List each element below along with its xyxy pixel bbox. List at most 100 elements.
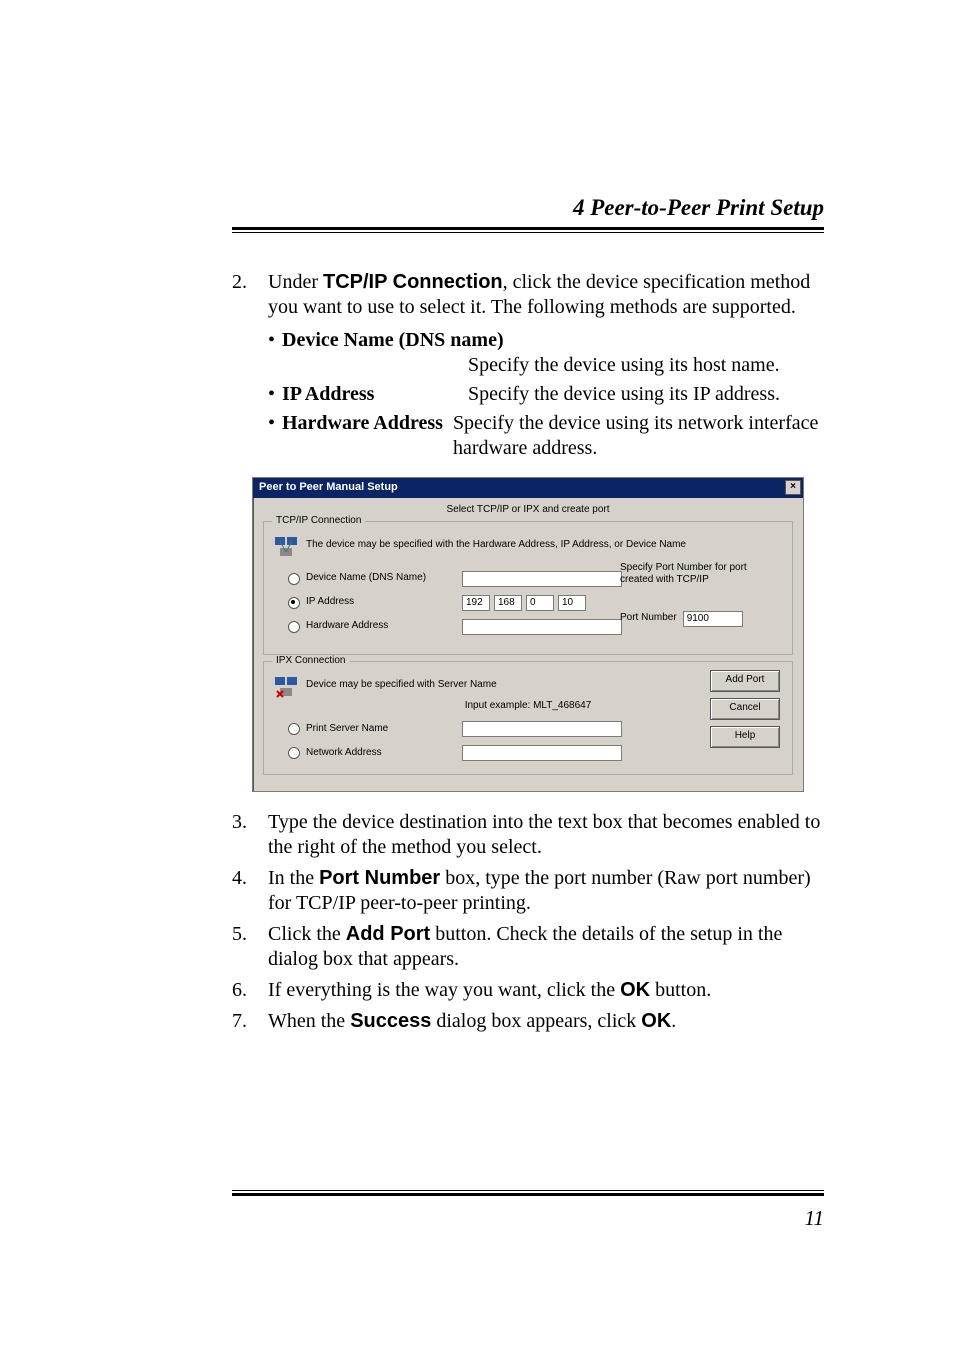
step-number: 4. bbox=[232, 866, 268, 916]
tcpip-description: The device may be specified with the Har… bbox=[306, 539, 686, 552]
dns-input[interactable] bbox=[462, 571, 622, 587]
add-port-button[interactable]: Add Port bbox=[710, 670, 780, 692]
port-input[interactable]: 9100 bbox=[683, 611, 743, 627]
radio-ip-label: IP Address bbox=[306, 596, 456, 609]
radio-dns-label: Device Name (DNS Name) bbox=[306, 572, 456, 585]
step-number: 5. bbox=[232, 922, 268, 972]
divider bbox=[232, 227, 824, 230]
ipx-description-row: Device may be specified with Server Name bbox=[274, 674, 782, 698]
bullet-dot: • bbox=[268, 411, 282, 436]
step-text: Click the Add Port button. Check the det… bbox=[268, 922, 824, 972]
step-4: 4. In the Port Number box, type the port… bbox=[232, 866, 824, 916]
hw-input[interactable] bbox=[462, 619, 622, 635]
close-icon[interactable]: × bbox=[785, 480, 801, 495]
tcpip-legend: TCP/IP Connection bbox=[272, 515, 365, 528]
bullet-hw: • Hardware Address Specify the device us… bbox=[268, 411, 824, 461]
step-text: Type the device destination into the tex… bbox=[268, 810, 824, 860]
step-text: Under TCP/IP Connection, click the devic… bbox=[268, 270, 824, 320]
bold-text: TCP/IP Connection bbox=[323, 271, 503, 293]
bold-text: Port Number bbox=[319, 867, 440, 889]
bullet-label: Device Name (DNS name) bbox=[282, 329, 504, 351]
content-area: 2. Under TCP/IP Connection, click the de… bbox=[232, 270, 824, 1040]
ip-octet-2[interactable]: 168 bbox=[494, 595, 522, 611]
bullet-desc: Specify the device using its network int… bbox=[453, 411, 824, 461]
bullet-label: Hardware Address bbox=[282, 411, 453, 436]
ipx-fieldset: IPX Connection Device may be specified w… bbox=[263, 661, 793, 776]
bullet-ip: • IP Address Specify the device using it… bbox=[268, 382, 824, 407]
ip-octet-3[interactable]: 0 bbox=[526, 595, 554, 611]
bullet-list: • Device Name (DNS name) Specify the dev… bbox=[268, 328, 824, 461]
step-6: 6. If everything is the way you want, cl… bbox=[232, 978, 824, 1003]
help-button[interactable]: Help bbox=[710, 726, 780, 748]
network-icon bbox=[274, 534, 298, 558]
page-footer: 11 bbox=[232, 1190, 824, 1231]
bold-text: IP Address bbox=[282, 383, 374, 405]
step-text: When the Success dialog box appears, cli… bbox=[268, 1009, 824, 1034]
ip-octet-4[interactable]: 10 bbox=[558, 595, 586, 611]
step-text: If everything is the way you want, click… bbox=[268, 978, 824, 1003]
step-2: 2. Under TCP/IP Connection, click the de… bbox=[232, 270, 824, 320]
ip-octet-1[interactable]: 192 bbox=[462, 595, 490, 611]
bold-text: OK bbox=[641, 1010, 671, 1032]
bold-text: Add Port bbox=[346, 923, 430, 945]
radio-psn-label: Print Server Name bbox=[306, 723, 456, 736]
dialog-screenshot: Peer to Peer Manual Setup × Select TCP/I… bbox=[232, 477, 824, 792]
text: If everything is the way you want, click… bbox=[268, 979, 620, 1001]
port-hint-2: created with TCP/IP bbox=[620, 574, 780, 587]
divider bbox=[232, 232, 824, 233]
step-7: 7. When the Success dialog box appears, … bbox=[232, 1009, 824, 1034]
bold-text: Success bbox=[350, 1010, 431, 1032]
page-header: 4 Peer-to-Peer Print Setup bbox=[232, 195, 824, 233]
port-column: Specify Port Number for port created wit… bbox=[620, 562, 780, 627]
cancel-button[interactable]: Cancel bbox=[710, 698, 780, 720]
text: In the bbox=[268, 867, 319, 889]
radio-hw-label: Hardware Address bbox=[306, 620, 456, 633]
network-ipx-icon bbox=[274, 674, 298, 698]
text: Under bbox=[268, 271, 323, 293]
bullet-label: IP Address bbox=[282, 382, 468, 407]
step-number: 6. bbox=[232, 978, 268, 1003]
radio-hw[interactable] bbox=[288, 621, 300, 633]
text: Click the bbox=[268, 923, 346, 945]
bullet-body: Device Name (DNS name) Specify the devic… bbox=[282, 328, 824, 378]
bullet-dot: • bbox=[268, 328, 282, 378]
page: 4 Peer-to-Peer Print Setup 2. Under TCP/… bbox=[0, 0, 954, 1351]
bullet-desc: Specify the device using its IP address. bbox=[468, 382, 824, 407]
bullet-dns: • Device Name (DNS name) Specify the dev… bbox=[268, 328, 824, 378]
bullet-desc: Specify the device using its host name. bbox=[468, 353, 824, 378]
bold-text: OK bbox=[620, 979, 650, 1001]
psn-input[interactable] bbox=[462, 721, 622, 737]
radio-dns[interactable] bbox=[288, 573, 300, 585]
step-3: 3. Type the device destination into the … bbox=[232, 810, 824, 860]
page-number: 11 bbox=[232, 1206, 824, 1231]
radio-ip[interactable] bbox=[288, 597, 300, 609]
radio-net-label: Network Address bbox=[306, 747, 456, 760]
port-hint-1: Specify Port Number for port bbox=[620, 562, 780, 575]
bullet-dot: • bbox=[268, 382, 282, 407]
dialog-titlebar: Peer to Peer Manual Setup × bbox=[253, 478, 803, 498]
ipx-input-example: Input example: MLT_468647 bbox=[272, 700, 784, 713]
ipx-description: Device may be specified with Server Name bbox=[306, 679, 497, 692]
radio-psn[interactable] bbox=[288, 723, 300, 735]
step-text: In the Port Number box, type the port nu… bbox=[268, 866, 824, 916]
net-input[interactable] bbox=[462, 745, 622, 761]
bold-text: Hardware Address bbox=[282, 412, 443, 434]
ip-octet-group: 192 168 0 10 bbox=[462, 595, 586, 611]
text: . bbox=[671, 1010, 676, 1032]
dialog-body: Select TCP/IP or IPX and create port TCP… bbox=[253, 498, 803, 791]
tcpip-description-row: The device may be specified with the Har… bbox=[274, 534, 782, 558]
step-number: 7. bbox=[232, 1009, 268, 1034]
section-title: 4 Peer-to-Peer Print Setup bbox=[232, 195, 824, 227]
ipx-legend: IPX Connection bbox=[272, 655, 350, 668]
radio-net[interactable] bbox=[288, 747, 300, 759]
text: When the bbox=[268, 1010, 350, 1032]
port-row: Port Number 9100 bbox=[620, 611, 780, 627]
text: dialog box appears, click bbox=[431, 1010, 641, 1032]
divider bbox=[232, 1190, 824, 1191]
dialog-title-text: Peer to Peer Manual Setup bbox=[259, 481, 398, 493]
step-number: 2. bbox=[232, 270, 268, 320]
tcpip-fieldset: TCP/IP Connection The device may be spec… bbox=[263, 521, 793, 655]
dialog: Peer to Peer Manual Setup × Select TCP/I… bbox=[252, 477, 804, 792]
step-number: 3. bbox=[232, 810, 268, 860]
port-label: Port Number bbox=[620, 612, 677, 625]
